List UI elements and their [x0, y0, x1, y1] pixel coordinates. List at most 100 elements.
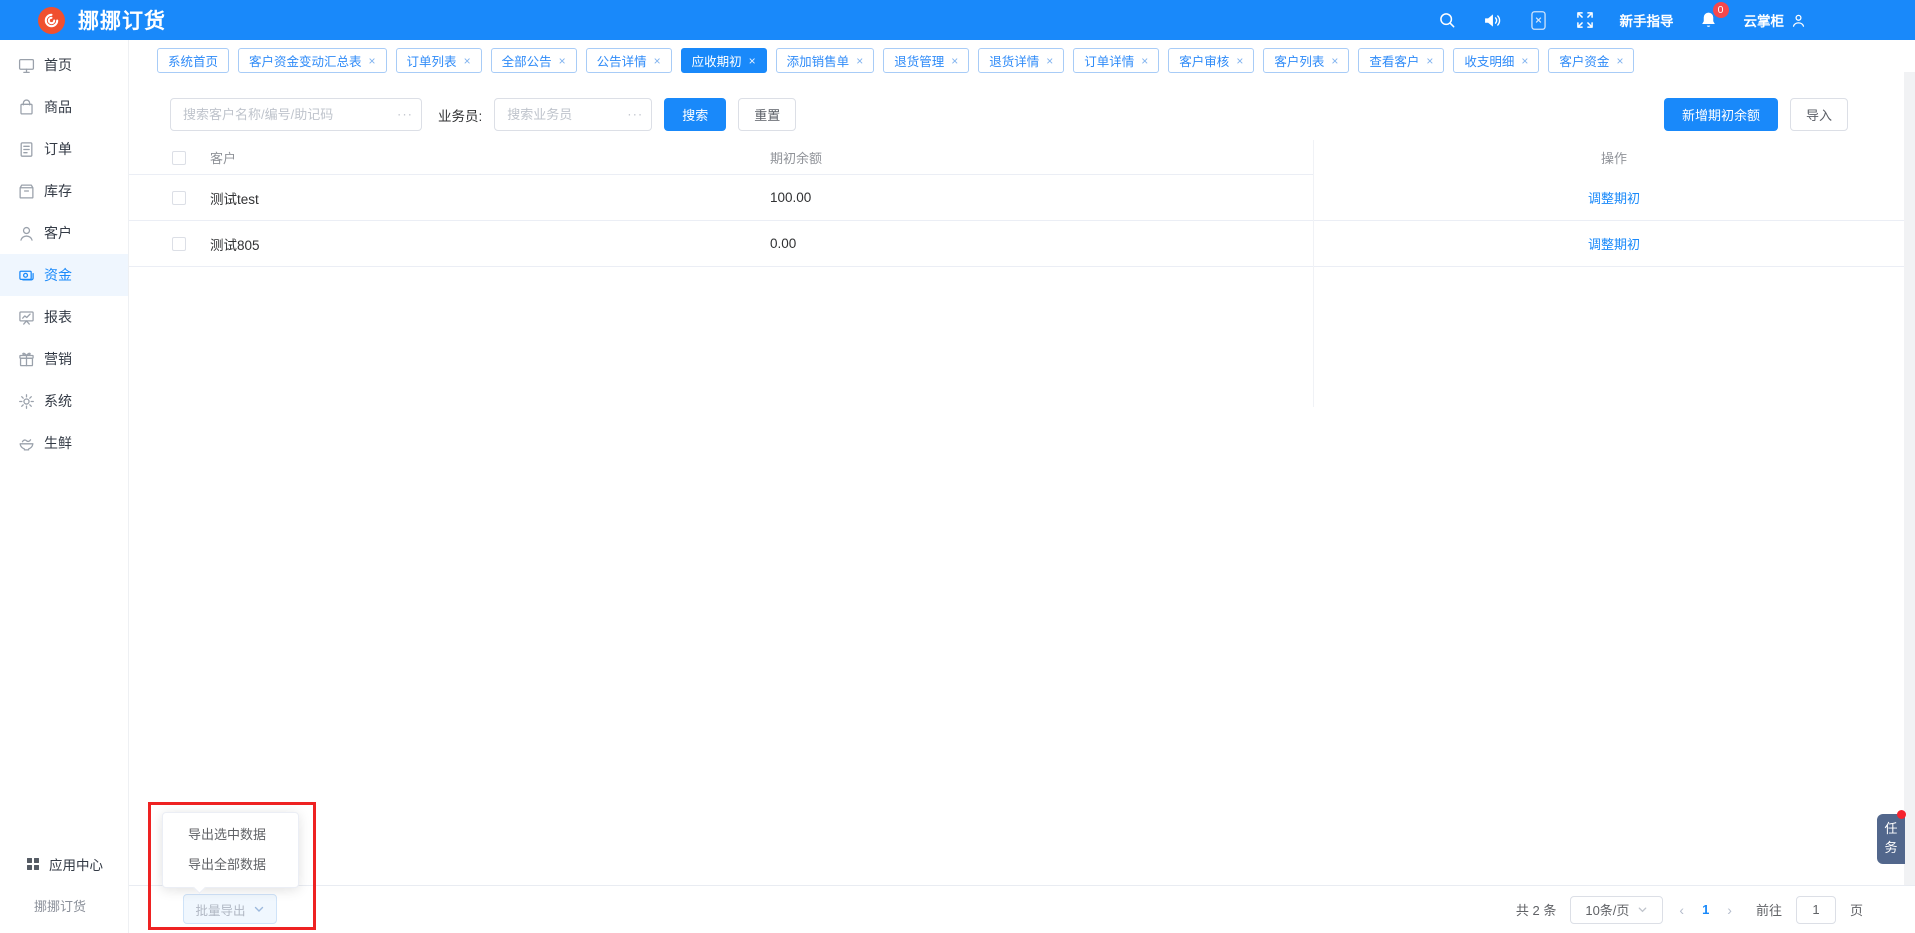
footer-bar: 共 2 条 10条/页 ‹ 1 › 前往 页 — [129, 885, 1915, 933]
page-size-select[interactable]: 10条/页 — [1570, 896, 1663, 924]
close-icon[interactable]: × — [1141, 55, 1148, 67]
task-label: 任 — [1884, 820, 1897, 839]
sidebar-item-customers[interactable]: 客户 — [0, 212, 128, 254]
batch-export-button[interactable]: 批量导出 — [183, 894, 277, 924]
sidebar-item-label: 首页 — [44, 55, 72, 75]
import-button[interactable]: 导入 — [1790, 98, 1848, 131]
fullscreen-icon[interactable] — [1574, 9, 1596, 31]
tab-announcement-detail[interactable]: 公告详情× — [586, 48, 672, 73]
row-checkbox[interactable] — [172, 191, 186, 205]
tab-label: 客户资金变动汇总表 — [249, 51, 362, 70]
add-opening-balance-button[interactable]: 新增期初余额 — [1664, 98, 1778, 131]
tab-return-detail[interactable]: 退货详情 × — [978, 48, 1064, 73]
widget-x-icon[interactable] — [1528, 9, 1550, 31]
close-icon[interactable]: × — [1236, 55, 1243, 67]
speaker-icon[interactable] — [1482, 9, 1504, 31]
prev-page-button[interactable]: ‹ — [1677, 902, 1686, 918]
box-icon — [18, 183, 35, 200]
table-row: 测试805 0.00 调整期初 — [129, 221, 1915, 267]
more-dots-icon[interactable]: ··· — [397, 106, 413, 121]
close-icon[interactable]: × — [1426, 55, 1433, 67]
table-actions: 新增期初余额 导入 — [1664, 98, 1848, 131]
task-floating-button[interactable]: 任 务 — [1877, 814, 1905, 864]
tab-receivable-opening[interactable]: 应收期初× — [681, 48, 767, 73]
tab-label: 订单详情 — [1084, 51, 1134, 70]
tab-label: 客户资金 — [1559, 51, 1609, 70]
close-icon[interactable]: × — [559, 55, 566, 67]
search-button[interactable]: 搜索 — [664, 98, 726, 131]
top-header: 挪挪订货 新手指导 — [0, 0, 1915, 40]
notification-dot — [1897, 810, 1906, 819]
goto-page-input[interactable] — [1796, 896, 1836, 924]
sidebar-item-marketing[interactable]: 营销 — [0, 338, 128, 380]
tab-view-customer[interactable]: 查看客户× — [1358, 48, 1444, 73]
close-icon[interactable]: × — [1331, 55, 1338, 67]
row-checkbox[interactable] — [172, 237, 186, 251]
sidebar: 首页 商品 订单 库存 客户 — [0, 40, 129, 933]
reset-button[interactable]: 重置 — [738, 98, 796, 131]
sidebar-item-reports[interactable]: 报表 — [0, 296, 128, 338]
cell-balance: 0.00 — [770, 236, 1313, 251]
tab-customer-audit[interactable]: 客户审核× — [1168, 48, 1254, 73]
balance-table: 客户 期初余额 操作 测试test 100.00 调整期初 测试805 0.00… — [129, 140, 1915, 267]
next-page-button[interactable]: › — [1725, 902, 1734, 918]
customer-search-input[interactable] — [170, 98, 422, 131]
tab-customer-funds[interactable]: 客户资金 × — [1548, 48, 1634, 73]
tab-customer-list[interactable]: 客户列表 × — [1263, 48, 1349, 73]
close-icon[interactable]: × — [951, 55, 958, 67]
close-icon[interactable]: × — [369, 55, 376, 67]
gear-icon — [18, 393, 35, 410]
adjust-opening-link[interactable]: 调整期初 — [1588, 191, 1640, 206]
sidebar-item-label: 客户 — [44, 223, 72, 243]
tab-customer-fund-summary[interactable]: 客户资金变动汇总表 × — [238, 48, 387, 73]
sidebar-item-fresh[interactable]: 生鲜 — [0, 422, 128, 464]
tab-income-expense-detail[interactable]: 收支明细× — [1453, 48, 1539, 73]
adjust-opening-link[interactable]: 调整期初 — [1588, 237, 1640, 252]
current-page-button[interactable]: 1 — [1700, 902, 1711, 917]
table-row: 测试test 100.00 调整期初 — [129, 175, 1915, 221]
close-icon[interactable]: × — [464, 55, 471, 67]
cell-customer: 测试805 — [210, 234, 770, 254]
sidebar-item-inventory[interactable]: 库存 — [0, 170, 128, 212]
close-icon[interactable]: × — [1616, 55, 1623, 67]
bag-icon — [18, 99, 35, 116]
tab-all-announcements[interactable]: 全部公告× — [491, 48, 577, 73]
notification-bell-icon[interactable]: 0 — [1698, 9, 1720, 31]
account-menu[interactable]: 云掌柜 — [1744, 10, 1808, 30]
app-center-button[interactable]: 应用中心 — [0, 844, 128, 884]
batch-export-label: 批量导出 — [195, 900, 245, 919]
chart-board-icon — [18, 309, 35, 326]
tab-add-sales-order[interactable]: 添加销售单× — [776, 48, 875, 73]
close-icon[interactable]: × — [856, 55, 863, 67]
scrollbar-track[interactable] — [1904, 72, 1915, 885]
tab-label: 退货详情 — [989, 51, 1039, 70]
table-header-row: 客户 期初余额 操作 — [129, 140, 1915, 175]
sidebar-item-home[interactable]: 首页 — [0, 44, 128, 86]
guide-link[interactable]: 新手指导 — [1620, 10, 1674, 30]
sidebar-item-funds[interactable]: 资金 — [0, 254, 128, 296]
tab-system-home[interactable]: 系统首页 — [157, 48, 229, 73]
tab-order-detail[interactable]: 订单详情 × — [1073, 48, 1159, 73]
tab-return-management[interactable]: 退货管理× — [883, 48, 969, 73]
close-icon[interactable]: × — [1046, 55, 1053, 67]
sidebar-item-label: 系统 — [44, 391, 72, 411]
sidebar-item-goods[interactable]: 商品 — [0, 86, 128, 128]
sidebar-item-label: 营销 — [44, 349, 72, 369]
close-icon[interactable]: × — [1521, 55, 1528, 67]
close-icon[interactable]: × — [654, 55, 661, 67]
sidebar-item-system[interactable]: 系统 — [0, 380, 128, 422]
export-selected-item[interactable]: 导出选中数据 — [163, 820, 298, 850]
tab-label: 客户列表 — [1274, 51, 1324, 70]
select-all-checkbox[interactable] — [172, 151, 186, 165]
filter-bar: ··· 业务员: ··· 搜索 重置 — [170, 98, 796, 131]
sidebar-item-label: 订单 — [44, 139, 72, 159]
document-icon — [18, 141, 35, 158]
more-dots-icon[interactable]: ··· — [627, 106, 643, 121]
sidebar-item-orders[interactable]: 订单 — [0, 128, 128, 170]
tab-order-list[interactable]: 订单列表× — [396, 48, 482, 73]
user-icon — [1790, 12, 1807, 29]
export-all-item[interactable]: 导出全部数据 — [163, 850, 298, 880]
close-icon[interactable]: × — [749, 55, 756, 67]
search-icon[interactable] — [1436, 9, 1458, 31]
account-name: 云掌柜 — [1744, 10, 1785, 30]
